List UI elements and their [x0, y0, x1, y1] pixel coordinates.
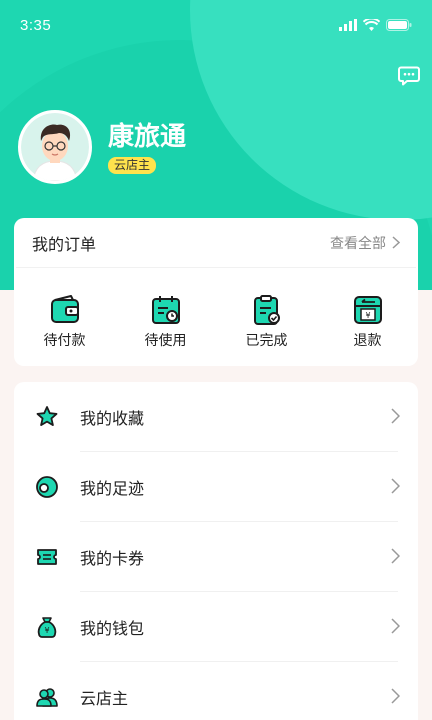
status-time: 3:35 [20, 16, 52, 34]
chevron-right-icon [391, 688, 400, 704]
order-label: 已完成 [245, 333, 288, 349]
menu-item-label: 我的钱包 [80, 619, 145, 638]
order-label: 待付款 [43, 333, 86, 349]
order-refund[interactable]: ¥ 退款 [328, 294, 408, 350]
footprint-icon [36, 476, 58, 498]
user-role-badge: 云店主 [108, 156, 157, 174]
svg-text:¥: ¥ [44, 626, 49, 635]
menu-item-cloud-store[interactable]: 云店主 [14, 662, 418, 720]
wallet-icon [50, 295, 79, 323]
clipboard-check-icon [253, 295, 280, 325]
chevron-right-icon [391, 618, 400, 634]
menu-item-label: 我的收藏 [80, 409, 145, 428]
order-label: 待使用 [144, 333, 187, 349]
calendar-icon [151, 296, 180, 324]
menu-item-wallet[interactable]: ¥ 我的钱包 [14, 592, 418, 662]
message-button[interactable] [398, 66, 420, 86]
menu-item-label: 我的卡券 [80, 549, 145, 568]
order-completed[interactable]: 已完成 [227, 294, 307, 350]
orders-title: 我的订单 [32, 234, 97, 254]
menu-item-label: 我的足迹 [80, 479, 145, 498]
signal-icon [339, 19, 357, 31]
money-bag-icon: ¥ [37, 617, 57, 638]
menu-card: 我的收藏 我的足迹 我的卡券 ¥ 我的钱包 云店主 [14, 382, 418, 720]
order-label: 退款 [353, 333, 382, 349]
star-icon [36, 406, 58, 426]
refund-icon: ¥ [353, 296, 382, 324]
status-bar: 3:35 [0, 0, 432, 50]
menu-item-label: 云店主 [80, 689, 129, 708]
avatar[interactable] [18, 110, 92, 184]
users-icon [36, 688, 58, 707]
svg-text:¥: ¥ [365, 311, 370, 320]
profile-section[interactable]: 康旅通 云店主 [18, 110, 186, 184]
message-icon [398, 66, 420, 86]
chevron-right-icon [391, 408, 400, 424]
coupon-icon [37, 549, 57, 565]
orders-header[interactable]: 我的订单 查看全部 [16, 218, 416, 268]
chevron-right-icon [392, 236, 400, 249]
chevron-right-icon [391, 548, 400, 564]
view-all-label: 查看全部 [330, 235, 386, 252]
battery-icon [386, 19, 412, 31]
menu-item-favorites[interactable]: 我的收藏 [14, 382, 418, 452]
user-name: 康旅通 [108, 121, 187, 152]
chevron-right-icon [391, 478, 400, 494]
menu-item-coupons[interactable]: 我的卡券 [14, 522, 418, 592]
wifi-icon [363, 19, 380, 31]
orders-card: 我的订单 查看全部 待付款 待使用 已完成 ¥ 退款 [14, 218, 418, 366]
menu-item-footprints[interactable]: 我的足迹 [14, 452, 418, 522]
order-pending-payment[interactable]: 待付款 [25, 294, 105, 350]
order-to-use[interactable]: 待使用 [126, 294, 206, 350]
view-all-orders-link[interactable]: 查看全部 [330, 233, 400, 253]
